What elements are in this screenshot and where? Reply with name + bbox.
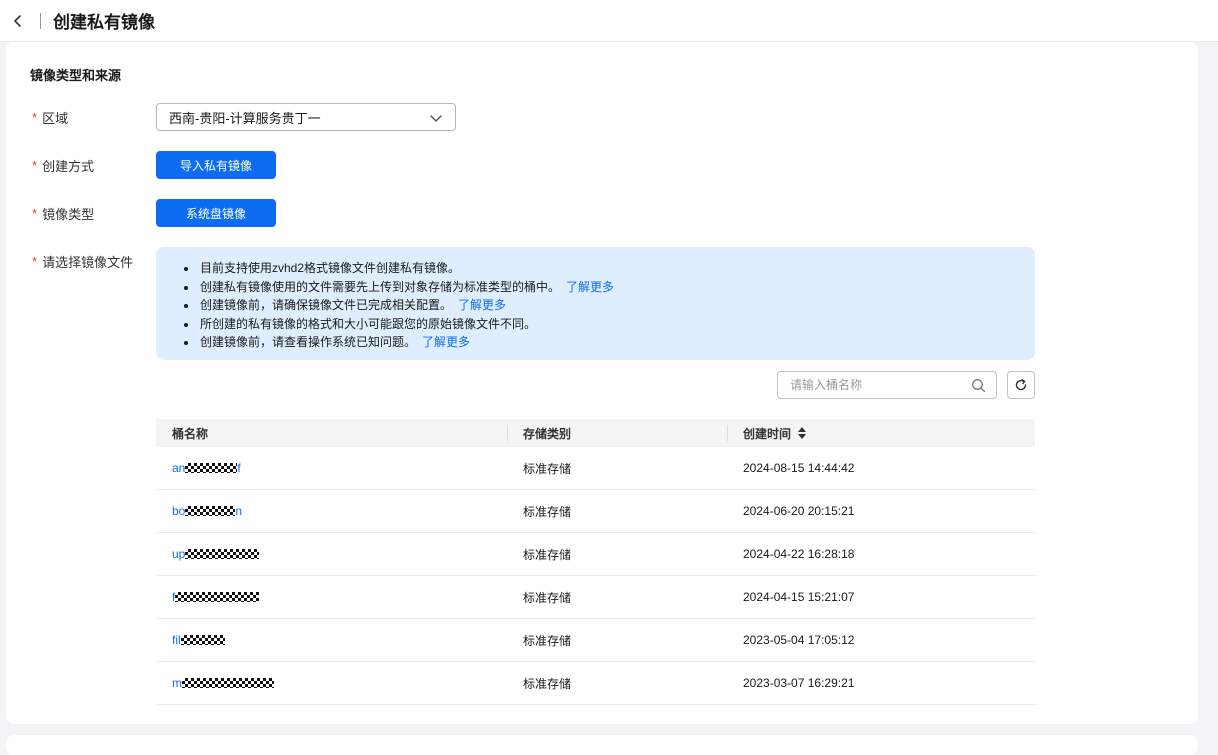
- created-time-cell: 2024-06-20 20:15:21: [743, 504, 855, 518]
- tips-box: 目前支持使用zvhd2格式镜像文件创建私有镜像。 创建私有镜像使用的文件需要先上…: [156, 247, 1035, 360]
- column-header-storage-class: 存储类别: [507, 419, 727, 447]
- chevron-left-icon: [14, 14, 21, 27]
- required-mark: *: [32, 110, 38, 125]
- table-row[interactable]: f 标准存储 2024-04-15 15:21:07: [156, 576, 1035, 619]
- tip-item: 创建镜像前，请查看操作系统已知问题。 了解更多: [184, 333, 1035, 352]
- required-mark: *: [32, 158, 38, 173]
- column-header-created-time[interactable]: 创建时间: [727, 419, 1035, 447]
- image-file-label: * 请选择镜像文件: [32, 252, 133, 271]
- tip-item: 创建私有镜像使用的文件需要先上传到对象存储为标准类型的桶中。 了解更多: [184, 278, 1035, 297]
- created-time-cell: 2024-04-15 15:21:07: [743, 590, 855, 604]
- created-time-cell: 2023-05-04 17:05:12: [743, 633, 855, 647]
- back-button[interactable]: [0, 0, 36, 42]
- table-row[interactable]: up 标准存储 2024-04-22 16:28:18: [156, 533, 1035, 576]
- search-icon[interactable]: [971, 378, 986, 393]
- create-method-label: * 创建方式: [32, 156, 94, 175]
- sort-icon[interactable]: [797, 426, 807, 440]
- storage-class-cell: 标准存储: [523, 547, 572, 562]
- section-title: 镜像类型和来源: [30, 68, 122, 83]
- bucket-name-link[interactable]: an f: [172, 461, 241, 475]
- storage-class-cell: 标准存储: [523, 633, 572, 648]
- region-select[interactable]: 西南-贵阳-计算服务贵丁一: [156, 103, 456, 131]
- bucket-table: 桶名称 存储类别 创建时间 an f 标准存储 2024-08-15 14:44:…: [156, 419, 1035, 705]
- created-time-cell: 2024-08-15 14:44:42: [743, 461, 855, 475]
- tip-item: 创建镜像前，请确保镜像文件已完成相关配置。 了解更多: [184, 296, 1035, 315]
- learn-more-link[interactable]: 了解更多: [422, 335, 470, 349]
- image-type-label: * 镜像类型: [32, 204, 94, 223]
- image-file-label-text: 请选择镜像文件: [42, 255, 134, 270]
- create-method-label-text: 创建方式: [42, 159, 95, 174]
- top-bar: 创建私有镜像: [0, 0, 1218, 42]
- redacted-block: [185, 463, 238, 473]
- bucket-name-link[interactable]: fil: [172, 633, 225, 647]
- bucket-search-input[interactable]: [790, 378, 960, 392]
- main-card: 镜像类型和来源 * 区域 西南-贵阳-计算服务贵丁一 * 创建方式 导入私有镜像…: [6, 42, 1198, 724]
- storage-class-cell: 标准存储: [523, 590, 572, 605]
- page-title: 创建私有镜像: [53, 13, 155, 32]
- next-section-card: [6, 735, 1198, 755]
- bucket-name-link[interactable]: bo n: [172, 504, 242, 518]
- region-label-text: 区域: [42, 111, 69, 126]
- redacted-block: [182, 678, 274, 688]
- table-row[interactable]: bo n 标准存储 2024-06-20 20:15:21: [156, 490, 1035, 533]
- required-mark: *: [32, 206, 38, 221]
- learn-more-link[interactable]: 了解更多: [566, 280, 614, 294]
- refresh-icon: [1015, 379, 1027, 391]
- refresh-button[interactable]: [1007, 371, 1035, 399]
- redacted-block: [185, 506, 236, 516]
- region-label: * 区域: [32, 108, 68, 127]
- created-time-cell: 2023-03-07 16:29:21: [743, 676, 855, 690]
- bucket-search: [777, 371, 997, 399]
- bucket-name-link[interactable]: up: [172, 547, 260, 561]
- tip-item: 目前支持使用zvhd2格式镜像文件创建私有镜像。: [184, 259, 1035, 278]
- tip-item: 所创建的私有镜像的格式和大小可能跟您的原始镜像文件不同。: [184, 315, 1035, 334]
- created-time-cell: 2024-04-22 16:28:18: [743, 547, 855, 561]
- chevron-down-icon: [430, 115, 442, 122]
- import-private-image-button[interactable]: 导入私有镜像: [156, 151, 276, 179]
- column-header-bucket-name: 桶名称: [172, 426, 209, 441]
- storage-class-cell: 标准存储: [523, 461, 572, 476]
- title-divider: [40, 12, 41, 29]
- table-row[interactable]: an f 标准存储 2024-08-15 14:44:42: [156, 447, 1035, 490]
- learn-more-link[interactable]: 了解更多: [458, 298, 506, 312]
- redacted-block: [175, 592, 260, 602]
- storage-class-cell: 标准存储: [523, 504, 572, 519]
- redacted-block: [185, 549, 260, 559]
- image-type-label-text: 镜像类型: [42, 207, 95, 222]
- redacted-block: [180, 635, 225, 645]
- system-disk-image-button[interactable]: 系统盘镜像: [156, 199, 276, 227]
- table-row[interactable]: fil 标准存储 2023-05-04 17:05:12: [156, 619, 1035, 662]
- required-mark: *: [32, 254, 38, 269]
- table-row[interactable]: m 标准存储 2023-03-07 16:29:21: [156, 662, 1035, 705]
- region-select-value: 西南-贵阳-计算服务贵丁一: [169, 110, 321, 126]
- bucket-name-link[interactable]: m: [172, 676, 274, 690]
- bucket-name-link[interactable]: f: [172, 590, 260, 604]
- table-header: 桶名称 存储类别 创建时间: [156, 419, 1035, 447]
- storage-class-cell: 标准存储: [523, 676, 572, 691]
